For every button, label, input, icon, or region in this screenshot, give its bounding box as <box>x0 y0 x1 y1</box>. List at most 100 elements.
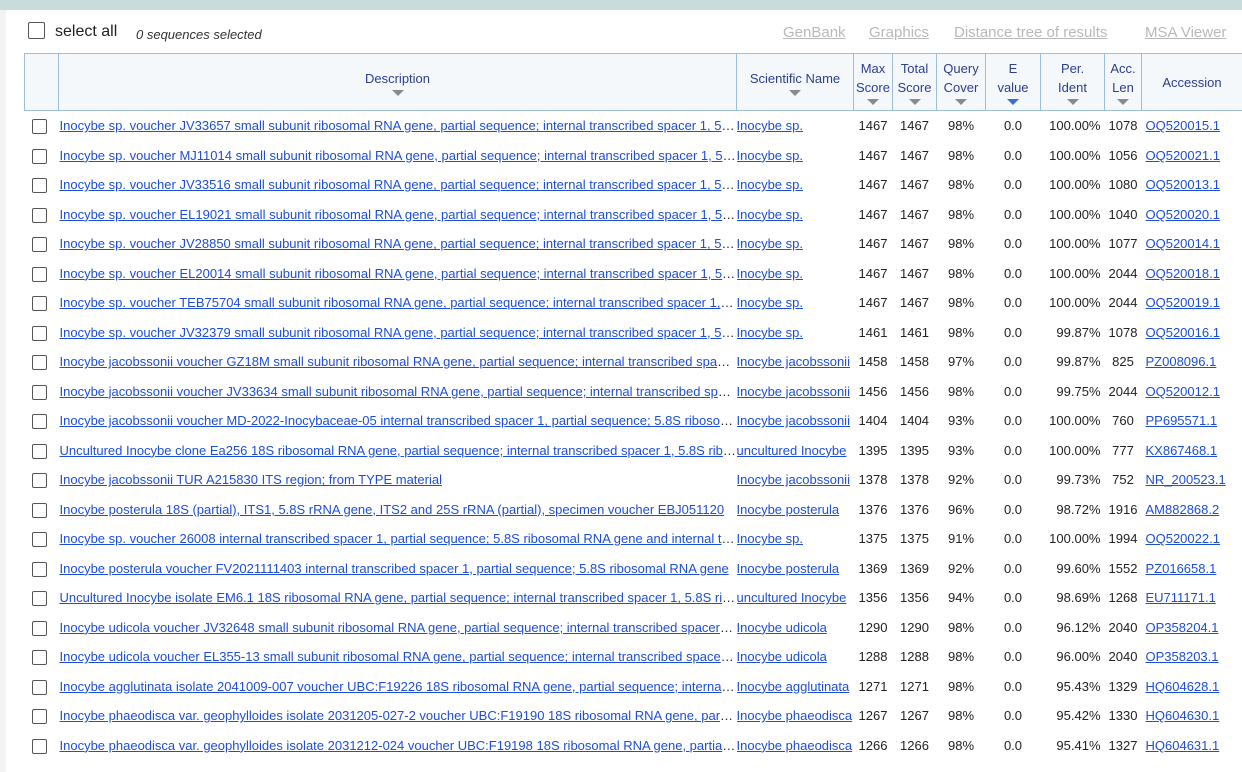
row-checkbox[interactable] <box>31 620 47 636</box>
graphics-link[interactable]: Graphics <box>869 24 929 41</box>
row-checkbox[interactable] <box>31 355 47 370</box>
select-all-label[interactable]: select all <box>55 23 117 41</box>
scientific-name-link[interactable]: Inocybe phaeodisca <box>737 708 853 723</box>
description-link[interactable]: Inocybe jacobssonii voucher JV33634 smal… <box>60 384 737 399</box>
sort-triangle-icon[interactable] <box>789 89 801 96</box>
description-link[interactable]: Inocybe sp. voucher EL20014 small subuni… <box>60 266 737 281</box>
scientific-name-link[interactable]: Inocybe jacobssonii <box>737 472 850 487</box>
description-link[interactable]: Inocybe sp. voucher JV28850 small subuni… <box>60 236 737 251</box>
accession-link[interactable]: NR_200523.1 <box>1146 472 1226 487</box>
description-link[interactable]: Inocybe jacobssonii TUR A215830 ITS regi… <box>60 472 442 487</box>
description-link[interactable]: Inocybe sp. voucher JV33516 small subuni… <box>60 177 737 192</box>
scientific-name-link[interactable]: Inocybe sp. <box>737 177 804 192</box>
description-link[interactable]: Inocybe sp. voucher JV32379 small subuni… <box>60 325 737 340</box>
sort-triangle-icon[interactable] <box>908 99 921 105</box>
row-checkbox[interactable] <box>31 325 47 341</box>
header-description[interactable]: Description <box>58 53 737 111</box>
description-link[interactable]: Inocybe udicola voucher JV32648 small su… <box>60 620 737 635</box>
description-link[interactable]: Uncultured Inocybe isolate EM6.1 18S rib… <box>60 590 737 605</box>
scientific-name-link[interactable]: Inocybe phaeodisca <box>737 738 853 753</box>
scientific-name-link[interactable]: Inocybe udicola <box>737 649 827 664</box>
row-checkbox[interactable] <box>31 148 47 164</box>
description-link[interactable]: Inocybe sp. voucher 26008 internal trans… <box>60 531 737 546</box>
scientific-name-link[interactable]: Inocybe sp. <box>737 325 804 340</box>
header-per-ident[interactable]: Per. Ident <box>1040 53 1105 111</box>
sort-triangle-icon[interactable] <box>955 99 967 105</box>
scientific-name-link[interactable]: Inocybe posterula <box>737 502 840 517</box>
description-link[interactable]: Inocybe sp. voucher TEB75704 small subun… <box>60 295 737 310</box>
accession-link[interactable]: HQ604630.1 <box>1146 708 1220 723</box>
row-checkbox[interactable] <box>31 266 47 282</box>
row-checkbox[interactable] <box>31 178 47 193</box>
description-link[interactable]: Inocybe jacobssonii voucher MD-2022-Inoc… <box>60 413 737 428</box>
sort-triangle-icon[interactable] <box>391 89 404 96</box>
row-checkbox[interactable] <box>31 296 47 311</box>
scientific-name-link[interactable]: Inocybe jacobssonii <box>737 413 850 428</box>
description-link[interactable]: Inocybe posterula voucher FV2021111403 i… <box>60 561 729 576</box>
scientific-name-link[interactable]: Inocybe agglutinata <box>737 679 850 694</box>
row-checkbox[interactable] <box>31 207 47 223</box>
description-link[interactable]: Inocybe jacobssonii voucher GZ18M small … <box>60 354 737 369</box>
row-checkbox[interactable] <box>31 414 47 429</box>
description-link[interactable]: Inocybe sp. voucher EL19021 small subuni… <box>60 207 737 222</box>
row-checkbox[interactable] <box>31 738 47 754</box>
sort-triangle-icon[interactable] <box>867 99 879 105</box>
row-checkbox[interactable] <box>31 591 47 606</box>
accession-link[interactable]: OQ520014.1 <box>1146 236 1220 251</box>
scientific-name-link[interactable]: Inocybe sp. <box>737 531 804 546</box>
header-scientific-name[interactable]: Scientific Name <box>736 53 854 111</box>
header-acc-len[interactable]: Acc. Len <box>1104 53 1142 111</box>
row-checkbox[interactable] <box>31 650 47 665</box>
accession-link[interactable]: OQ520021.1 <box>1146 148 1220 163</box>
scientific-name-link[interactable]: Inocybe sp. <box>737 295 804 310</box>
description-link[interactable]: Inocybe phaeodisca var. geophylloides is… <box>60 708 737 723</box>
accession-link[interactable]: OQ520013.1 <box>1146 177 1220 192</box>
scientific-name-link[interactable]: Inocybe udicola <box>737 620 827 635</box>
accession-link[interactable]: OQ520020.1 <box>1146 207 1220 222</box>
description-link[interactable]: Inocybe phaeodisca var. geophylloides is… <box>60 738 737 753</box>
row-checkbox[interactable] <box>31 532 47 547</box>
header-total-score[interactable]: Total Score <box>892 53 937 111</box>
header-max-score[interactable]: Max Score <box>853 53 893 111</box>
genbank-link[interactable]: GenBank <box>783 24 846 41</box>
accession-link[interactable]: OQ520018.1 <box>1146 266 1220 281</box>
description-link[interactable]: Inocybe agglutinata isolate 2041009-007 … <box>60 679 737 694</box>
accession-link[interactable]: AM882868.2 <box>1146 502 1220 517</box>
row-checkbox[interactable] <box>31 237 47 252</box>
scientific-name-link[interactable]: uncultured Inocybe <box>737 590 847 605</box>
scientific-name-link[interactable]: Inocybe posterula <box>737 561 840 576</box>
scientific-name-link[interactable]: uncultured Inocybe <box>737 443 847 458</box>
select-all-checkbox[interactable] <box>28 22 45 39</box>
accession-link[interactable]: HQ604631.1 <box>1146 738 1220 753</box>
row-checkbox[interactable] <box>31 119 47 134</box>
accession-link[interactable]: OQ520016.1 <box>1146 325 1220 340</box>
scientific-name-link[interactable]: Inocybe sp. <box>737 207 804 222</box>
scientific-name-link[interactable]: Inocybe sp. <box>737 266 804 281</box>
row-checkbox[interactable] <box>31 443 47 459</box>
scientific-name-link[interactable]: Inocybe jacobssonii <box>737 384 850 399</box>
accession-link[interactable]: OP358203.1 <box>1146 649 1219 664</box>
accession-link[interactable]: HQ604628.1 <box>1146 679 1220 694</box>
sort-triangle-icon[interactable] <box>1117 99 1129 105</box>
scientific-name-link[interactable]: Inocybe sp. <box>737 118 804 133</box>
scientific-name-link[interactable]: Inocybe sp. <box>737 236 804 251</box>
row-checkbox[interactable] <box>31 502 47 518</box>
accession-link[interactable]: PZ016658.1 <box>1146 561 1217 576</box>
sort-active-triangle-icon[interactable] <box>1007 99 1019 105</box>
accession-link[interactable]: OP358204.1 <box>1146 620 1219 635</box>
description-link[interactable]: Inocybe posterula 18S (partial), ITS1, 5… <box>60 502 725 517</box>
description-link[interactable]: Inocybe udicola voucher EL355-13 small s… <box>60 649 737 664</box>
msa-viewer-link[interactable]: MSA Viewer <box>1145 24 1226 41</box>
row-checkbox[interactable] <box>31 384 47 400</box>
accession-link[interactable]: OQ520019.1 <box>1146 295 1220 310</box>
accession-link[interactable]: OQ520012.1 <box>1146 384 1220 399</box>
header-accession[interactable]: Accession <box>1141 53 1242 111</box>
description-link[interactable]: Inocybe sp. voucher JV33657 small subuni… <box>60 118 737 133</box>
description-link[interactable]: Uncultured Inocybe clone Ea256 18S ribos… <box>60 443 737 458</box>
accession-link[interactable]: EU711171.1 <box>1146 590 1216 605</box>
accession-link[interactable]: PP695571.1 <box>1146 413 1218 428</box>
accession-link[interactable]: OQ520015.1 <box>1146 118 1220 133</box>
scientific-name-link[interactable]: Inocybe sp. <box>737 148 804 163</box>
row-checkbox[interactable] <box>31 679 47 695</box>
header-query-cover[interactable]: Query Cover <box>936 53 986 111</box>
